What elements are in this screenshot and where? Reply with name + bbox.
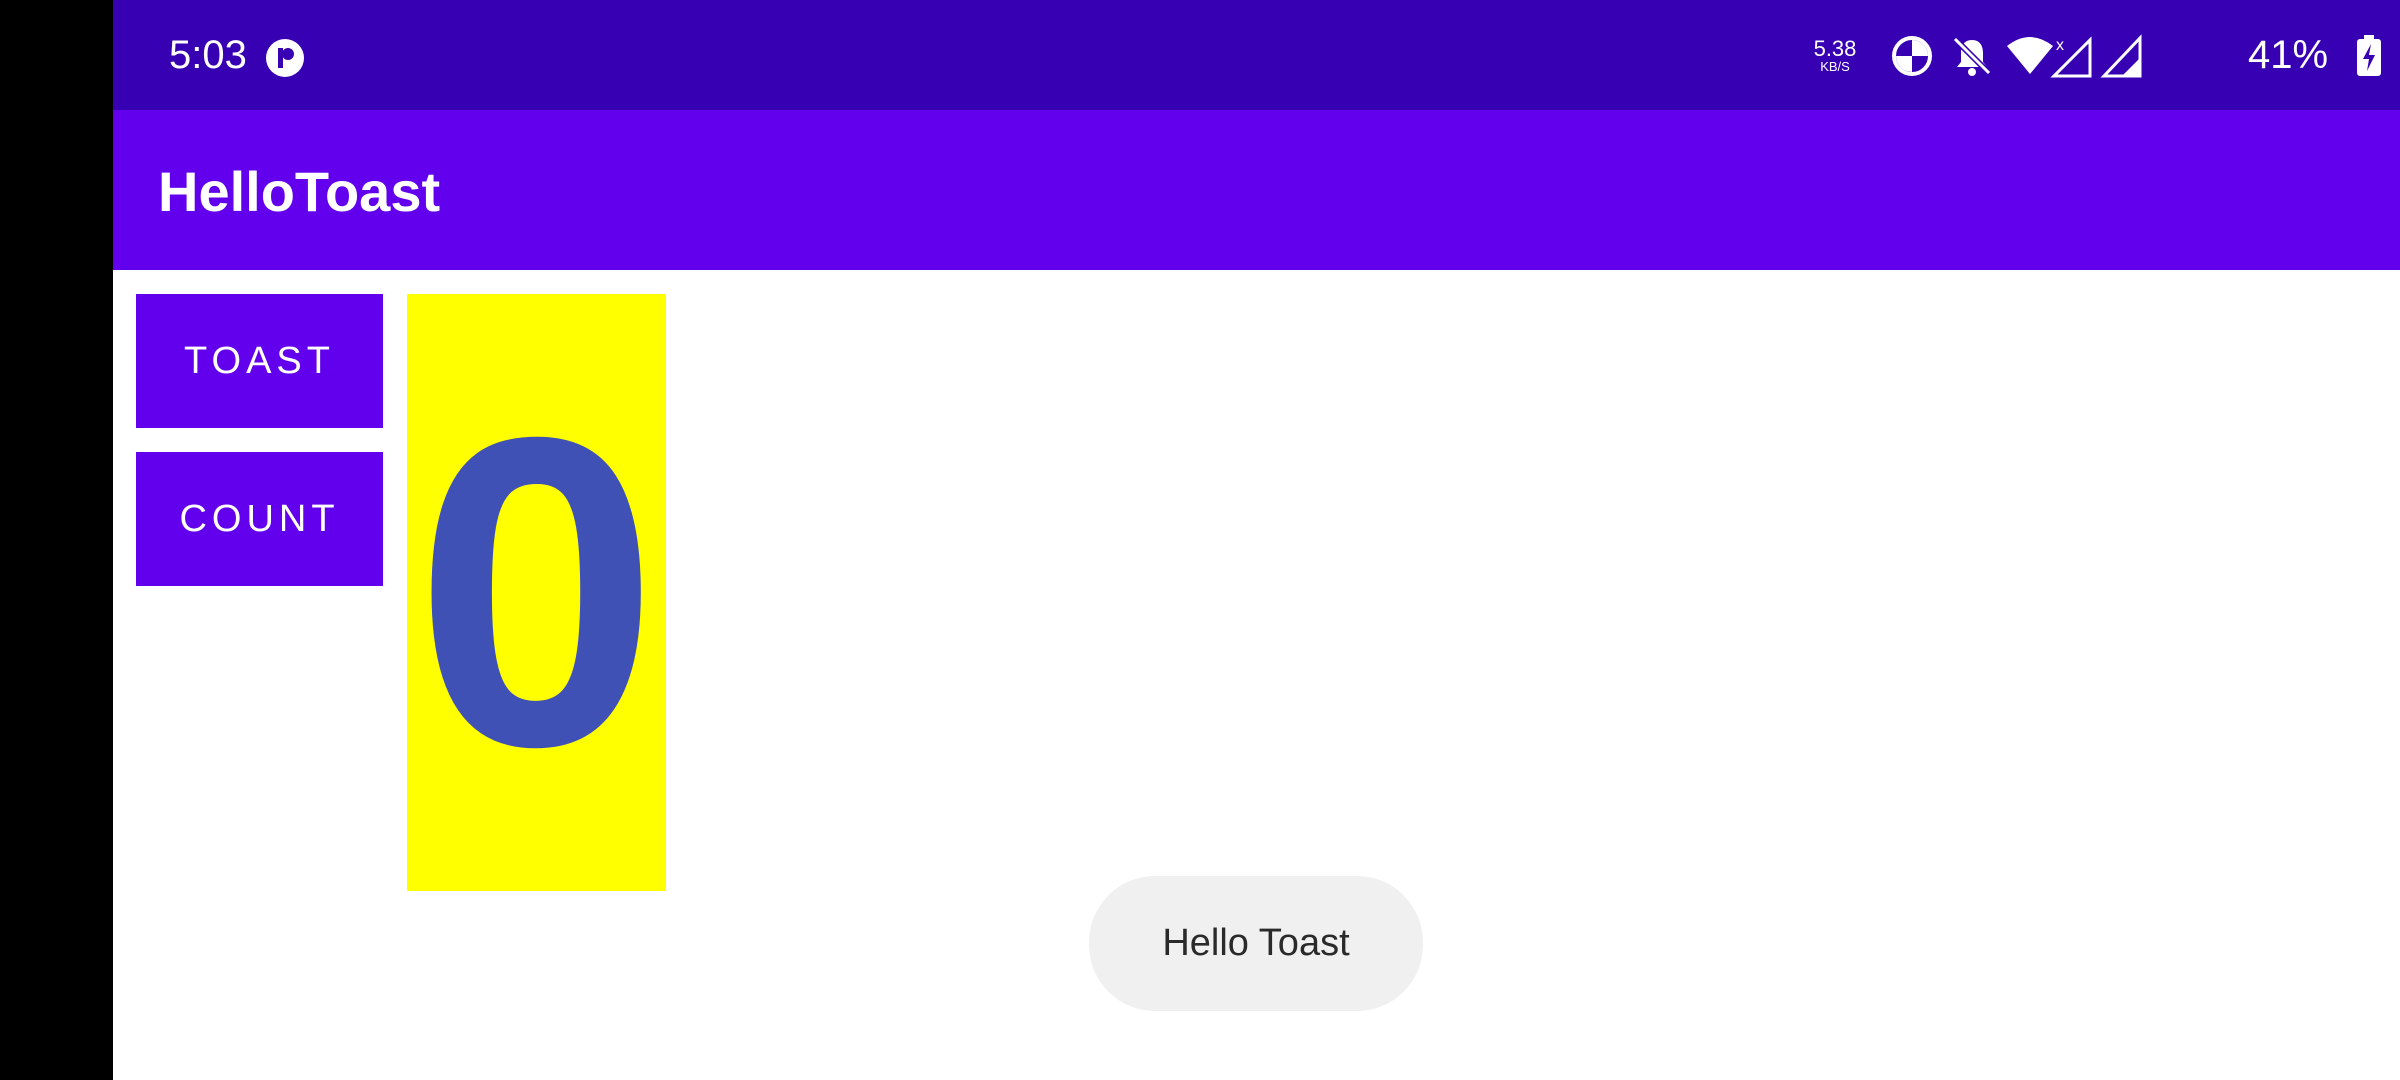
signal-no-service-icon: x bbox=[2050, 36, 2092, 78]
toast-text: Hello Toast bbox=[1162, 922, 1350, 964]
signal-icon bbox=[2100, 34, 2142, 78]
data-saver-icon bbox=[1892, 36, 1932, 76]
battery-percent: 41% bbox=[2248, 33, 2329, 77]
network-speed-unit: KB/S bbox=[1820, 59, 1850, 74]
count-button[interactable]: COUNT bbox=[136, 452, 383, 586]
count-value: 0 bbox=[414, 346, 659, 838]
battery-charging-icon bbox=[2357, 35, 2381, 76]
app-screen: 5:03 5.38 KB/S x 41% HelloToast TOAST CO… bbox=[113, 0, 2400, 1080]
network-speed: 5.38 KB/S bbox=[1800, 38, 1870, 74]
app-bar: HelloToast bbox=[113, 110, 2400, 270]
status-icons: 5.38 KB/S x 41% bbox=[1800, 0, 2400, 110]
do-not-disturb-icon bbox=[1952, 36, 1992, 76]
app-title: HelloToast bbox=[158, 160, 441, 223]
status-time: 5:03 bbox=[169, 33, 247, 77]
toast-message: Hello Toast bbox=[1089, 876, 1423, 1011]
svg-text:x: x bbox=[2056, 37, 2064, 54]
toast-button[interactable]: TOAST bbox=[136, 294, 383, 428]
status-bar: 5:03 5.38 KB/S x 41% bbox=[113, 0, 2400, 110]
count-display: 0 bbox=[407, 294, 666, 891]
app-notification-icon bbox=[266, 39, 304, 77]
wifi-icon bbox=[2007, 37, 2053, 74]
network-speed-value: 5.38 bbox=[1813, 36, 1857, 61]
